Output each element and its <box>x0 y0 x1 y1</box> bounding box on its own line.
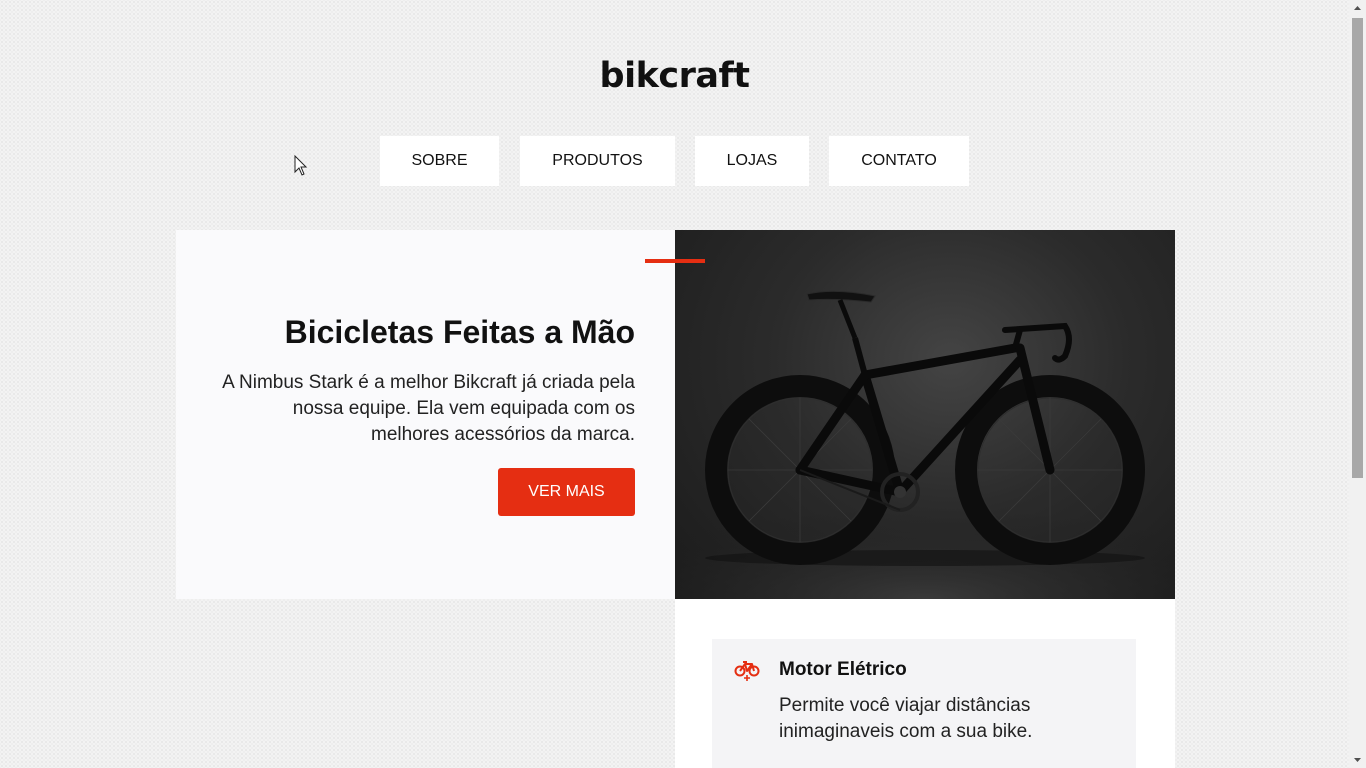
nav-link-lojas[interactable]: LOJAS <box>695 136 809 186</box>
mouse-cursor-icon <box>294 155 308 176</box>
accent-line <box>645 259 705 263</box>
nav-link-contato[interactable]: CONTATO <box>829 136 969 186</box>
nav-link-produtos[interactable]: PRODUTOS <box>520 136 675 186</box>
scroll-up-arrow-icon[interactable] <box>1349 0 1366 17</box>
bike-illustration <box>675 290 1175 599</box>
feature-card: Motor Elétrico Permite você viajar distâ… <box>712 639 1136 768</box>
hero-intro: Bicicletas Feitas a Mão A Nimbus Stark é… <box>176 230 675 599</box>
electric-bike-icon <box>734 661 760 681</box>
ver-mais-button[interactable]: VER MAIS <box>498 468 635 516</box>
feature-title: Motor Elétrico <box>779 659 907 680</box>
site-logo[interactable]: bikcraft <box>0 56 1349 96</box>
features-section: Motor Elétrico Permite você viajar distâ… <box>675 599 1175 768</box>
feature-description: Permite você viajar distâncias inimagina… <box>779 695 1033 742</box>
hero-title: Bicicletas Feitas a Mão <box>284 314 635 350</box>
hero-bike-image <box>675 230 1175 599</box>
scrollbar-thumb[interactable] <box>1352 18 1363 478</box>
page-scrollbar[interactable] <box>1349 0 1366 768</box>
scroll-down-arrow-icon[interactable] <box>1349 751 1366 768</box>
hero-description: A Nimbus Stark é a melhor Bikcraft já cr… <box>222 372 635 445</box>
nav-link-sobre[interactable]: SOBRE <box>380 136 499 186</box>
